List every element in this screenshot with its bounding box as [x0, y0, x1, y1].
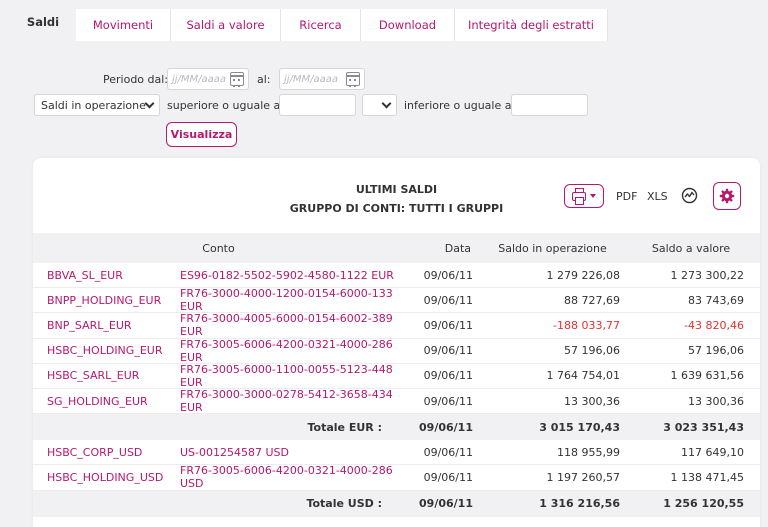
date-to-input[interactable]: jj/MM/aaaa: [279, 68, 365, 90]
col-saldo-operazione[interactable]: Saldo in operazione: [473, 242, 622, 255]
caret-down-icon: [590, 194, 596, 198]
total-saldo-valore: 1 256 120,55: [663, 497, 744, 510]
col-saldo-valore[interactable]: Saldo a valore: [622, 242, 760, 255]
superiore-label: superiore o uguale a:: [167, 99, 284, 112]
account-name-link[interactable]: HSBC_HOLDING_USD: [33, 471, 167, 484]
inferiore-label: inferiore o uguale a:: [404, 99, 516, 112]
table-row[interactable]: HSBC_HOLDING_EUR FR76-3005-6006-4200-032…: [33, 338, 760, 364]
visualizza-button[interactable]: Visualizza: [166, 122, 237, 147]
table-row[interactable]: HSBC_HOLDING_USD FR76-3005-6006-4200-032…: [33, 464, 760, 491]
chevron-down-icon: [381, 98, 392, 109]
account-name-link[interactable]: HSBC_CORP_USD: [33, 446, 167, 459]
tab-saldi-a-valore[interactable]: Saldi a valore: [171, 9, 281, 41]
table-header: Conto Data Saldo in operazione Saldo a v…: [33, 233, 760, 263]
row-saldo-operazione: 1 279 226,08: [546, 268, 620, 282]
row-saldo-valore: 1 138 471,45: [670, 470, 744, 484]
row-saldo-valore: 117 649,10: [681, 445, 744, 459]
row-saldo-operazione: -188 033,77: [553, 318, 620, 332]
row-saldo-operazione: 57 196,06: [564, 344, 620, 358]
row-saldo-valore: 13 300,36: [688, 394, 744, 408]
account-name-link[interactable]: BNPP_HOLDING_EUR: [33, 294, 167, 307]
balances-card: ULTIMI SALDI GRUPPO DI CONTI: TUTTI I GR…: [33, 158, 760, 527]
account-name-link[interactable]: BBVA_SL_EUR: [33, 269, 167, 282]
table-row[interactable]: BBVA_SL_EUR ES96-0182-5502-5902-4580-112…: [33, 263, 760, 289]
total-label: Totale USD :: [306, 497, 382, 510]
account-number-link[interactable]: FR76-3000-4000-1200-0154-6000-133 EUR: [167, 287, 404, 313]
pdf-export-button[interactable]: PDF: [616, 190, 637, 203]
row-date: 09/06/11: [423, 394, 473, 408]
account-number-link[interactable]: ES96-0182-5502-5902-4580-1122 EUR: [167, 269, 404, 282]
total-row-eur: Totale EUR : 09/06/11 3 015 170,43 3 023…: [33, 414, 760, 441]
total-date: 09/06/11: [419, 420, 473, 434]
printer-icon: [572, 187, 586, 205]
settings-button[interactable]: [713, 182, 741, 210]
total-label: Totale EUR :: [307, 420, 383, 434]
tab-bar: Saldi Movimenti Saldi a valore Ricerca D…: [10, 9, 608, 41]
xls-export-button[interactable]: XLS: [647, 190, 668, 203]
account-number-link[interactable]: FR76-3005-6006-4200-0321-4000-286 USD: [167, 464, 404, 490]
table-row[interactable]: BNPP_HOLDING_EUR FR76-3000-4000-1200-015…: [33, 287, 760, 314]
account-name-link[interactable]: SG_HOLDING_EUR: [33, 395, 167, 408]
row-saldo-valore: 57 196,06: [688, 344, 744, 358]
col-data[interactable]: Data: [404, 242, 473, 255]
print-button[interactable]: [564, 184, 604, 208]
calendar-icon[interactable]: [230, 72, 244, 87]
row-saldo-operazione: 1 764 754,01: [546, 369, 620, 383]
gear-icon: [719, 188, 735, 204]
table-row[interactable]: SG_HOLDING_EUR FR76-3000-3000-0278-5412-…: [33, 388, 760, 415]
table-row[interactable]: BNP_SARL_EUR FR76-3000-4005-6000-0154-60…: [33, 312, 760, 339]
periodo-dal-label: Periodo dal:: [103, 73, 169, 86]
tab-download[interactable]: Download: [361, 9, 455, 41]
account-number-link[interactable]: FR76-3000-3000-0278-5412-3658-434 EUR: [167, 388, 404, 414]
date-from-input[interactable]: jj/MM/aaaa: [167, 68, 249, 90]
row-saldo-operazione: 118 955,99: [557, 445, 620, 459]
row-date: 09/06/11: [423, 293, 473, 307]
row-saldo-operazione: 13 300,36: [564, 394, 620, 408]
tab-integrita-estratti[interactable]: Integrità degli estratti: [455, 9, 608, 41]
total-saldo-operazione: 1 316 216,56: [539, 497, 620, 510]
tab-saldi[interactable]: Saldi: [10, 9, 76, 41]
account-number-link[interactable]: FR76-3005-6006-4200-0321-4000-286 EUR: [167, 338, 404, 364]
row-date: 09/06/11: [423, 369, 473, 383]
row-date: 09/06/11: [423, 470, 473, 484]
row-saldo-operazione: 1 197 260,57: [546, 470, 620, 484]
tab-ricerca[interactable]: Ricerca: [281, 9, 361, 41]
account-name-link[interactable]: HSBC_SARL_EUR: [33, 369, 167, 382]
chevron-down-icon: [144, 98, 155, 109]
row-saldo-valore: 1 273 300,22: [670, 268, 744, 282]
operator-select[interactable]: [362, 94, 397, 116]
balance-type-select[interactable]: Saldi in operazione: [34, 94, 160, 116]
total-saldo-operazione: 3 015 170,43: [539, 420, 620, 434]
tab-movimenti[interactable]: Movimenti: [76, 9, 171, 41]
total-saldo-valore: 3 023 351,43: [663, 420, 744, 434]
total-row-usd: Totale USD : 09/06/11 1 316 216,56 1 256…: [33, 490, 760, 517]
account-name-link[interactable]: BNP_SARL_EUR: [33, 319, 167, 332]
calendar-icon[interactable]: [346, 72, 360, 87]
total-date: 09/06/11: [419, 497, 473, 510]
table-row[interactable]: HSBC_SARL_EUR FR76-3005-6000-1100-0055-5…: [33, 363, 760, 389]
row-date: 09/06/11: [423, 318, 473, 332]
row-date: 09/06/11: [423, 344, 473, 358]
table-row[interactable]: HSBC_CORP_USD US-001254587 USD 09/06/11 …: [33, 440, 760, 466]
al-label: al:: [257, 73, 271, 86]
row-date: 09/06/11: [423, 268, 473, 282]
row-date: 09/06/11: [423, 445, 473, 459]
row-saldo-valore: -43 820,46: [684, 318, 744, 332]
col-conto[interactable]: Conto: [33, 242, 404, 255]
chart-icon[interactable]: [681, 187, 698, 204]
account-number-link[interactable]: FR76-3000-4005-6000-0154-6002-389 EUR: [167, 312, 404, 338]
balances-table: Conto Data Saldo in operazione Saldo a v…: [33, 233, 760, 517]
row-saldo-operazione: 88 727,69: [564, 293, 620, 307]
account-name-link[interactable]: HSBC_HOLDING_EUR: [33, 344, 167, 357]
account-number-link[interactable]: US-001254587 USD: [167, 446, 404, 459]
account-number-link[interactable]: FR76-3005-6000-1100-0055-5123-448 EUR: [167, 363, 404, 389]
row-saldo-valore: 1 639 631,56: [670, 369, 744, 383]
max-amount-input[interactable]: [511, 94, 588, 116]
row-saldo-valore: 83 743,69: [688, 293, 744, 307]
min-amount-input[interactable]: [279, 94, 356, 116]
